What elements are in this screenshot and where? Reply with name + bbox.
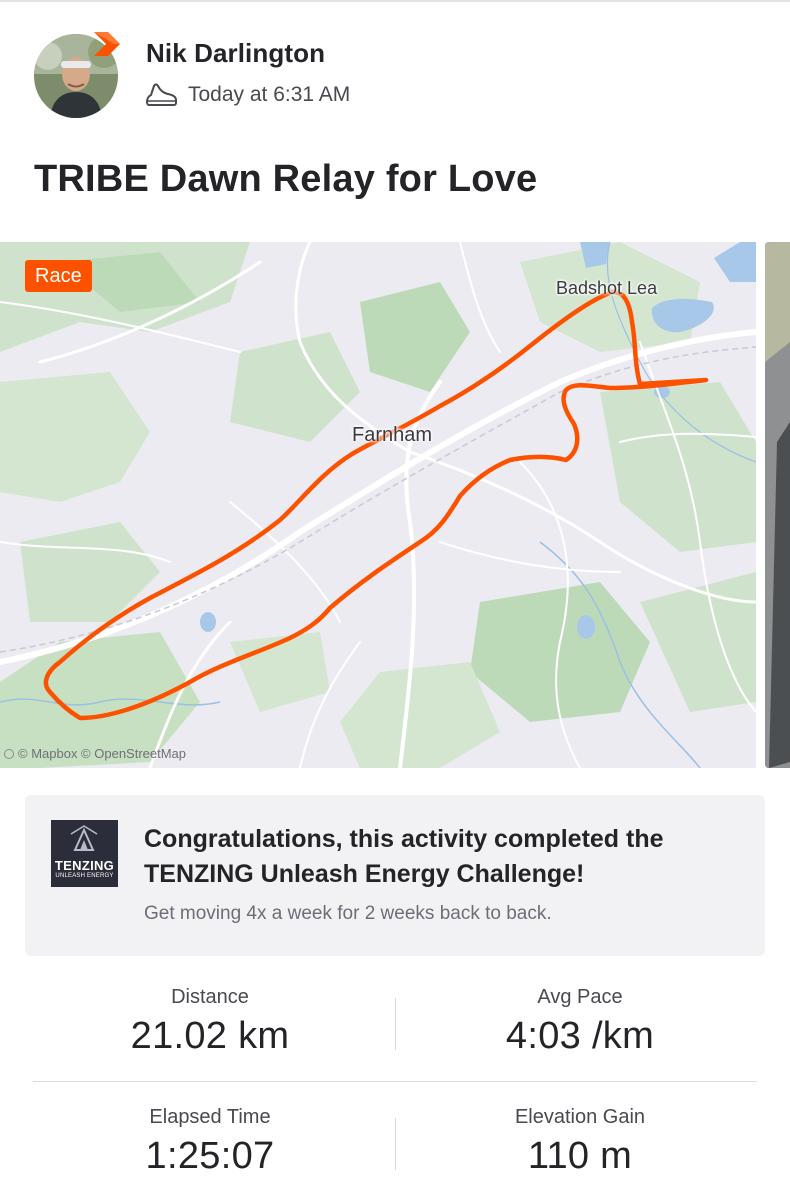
map-label-farnham: Farnham: [352, 424, 433, 446]
attribution-text: © Mapbox © OpenStreetMap: [18, 746, 187, 761]
tenzing-logo: TENZING UNLEASH ENERGY: [51, 820, 118, 887]
stat-label: Distance: [171, 986, 249, 1008]
stat-elevation-gain: Elevation Gain 110 m: [400, 1106, 760, 1178]
stat-distance: Distance 21.02 km: [30, 986, 390, 1058]
stat-label: Elevation Gain: [514, 1106, 646, 1128]
stat-divider: [395, 998, 396, 1050]
stat-value: 4:03 /km: [505, 1015, 655, 1057]
activity-meta: Today at 6:31 AM: [144, 82, 350, 108]
top-divider: [0, 0, 790, 2]
map-attribution[interactable]: © Mapbox © OpenStreetMap: [4, 746, 186, 761]
activity-header: Nik Darlington Today at 6:31 AM: [34, 30, 734, 122]
logo-subtext: UNLEASH ENERGY: [55, 873, 114, 879]
stat-label: Avg Pace: [537, 986, 623, 1008]
activity-title[interactable]: TRIBE Dawn Relay for Love: [34, 158, 537, 201]
challenge-description: Get moving 4x a week for 2 weeks back to…: [144, 903, 552, 924]
race-tag: Race: [25, 260, 92, 292]
stat-value: 21.02 km: [130, 1015, 290, 1057]
stat-value: 110 m: [527, 1135, 633, 1177]
stat-divider: [395, 1118, 396, 1170]
stat-avg-pace: Avg Pace 4:03 /km: [400, 986, 760, 1058]
activity-photo-preview[interactable]: [765, 242, 790, 768]
challenge-card[interactable]: TENZING UNLEASH ENERGY Congratulations, …: [25, 795, 765, 956]
map-label-badshot-lea: Badshot Lea: [556, 278, 658, 298]
subscriber-badge-icon: [92, 28, 122, 60]
athlete-name[interactable]: Nik Darlington: [146, 38, 325, 69]
activity-time: Today at 6:31 AM: [188, 83, 351, 106]
challenge-headline: Congratulations, this activity completed…: [144, 825, 664, 888]
route-map[interactable]: [0, 242, 756, 768]
stats-divider: [33, 1081, 757, 1082]
logo-word: TENZING: [54, 858, 115, 873]
stat-elapsed-time: Elapsed Time 1:25:07: [30, 1106, 390, 1178]
running-shoe-icon: [144, 82, 178, 108]
stat-value: 1:25:07: [145, 1135, 275, 1177]
info-icon[interactable]: [4, 748, 14, 759]
stat-label: Elapsed Time: [149, 1106, 271, 1128]
